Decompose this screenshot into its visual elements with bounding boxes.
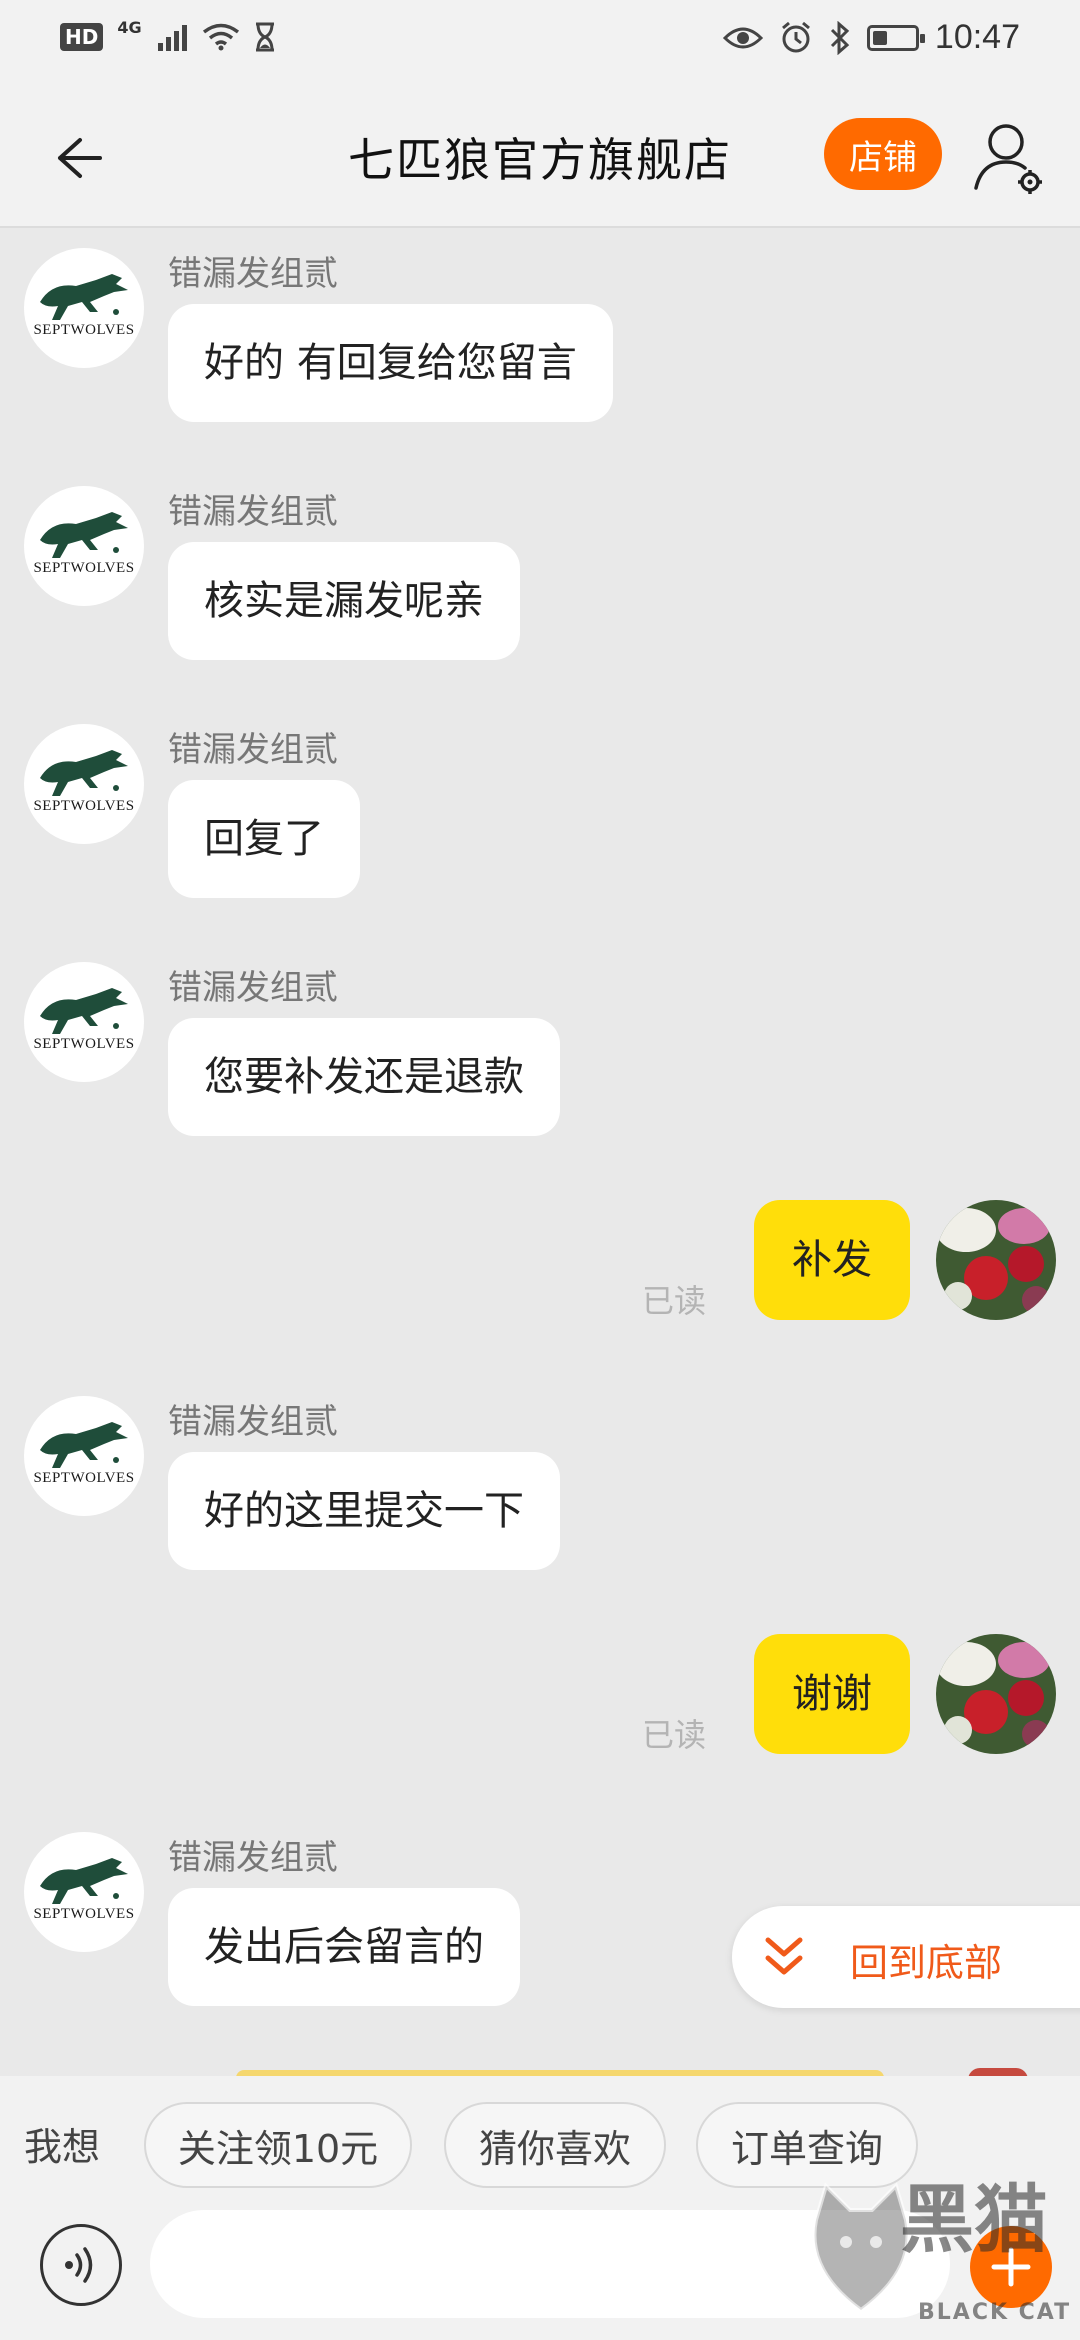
shop-button[interactable]: 店铺 [824,118,942,190]
chat-header: 七匹狼官方旗舰店 店铺 [0,82,1080,228]
sender-name: 错漏发组贰 [168,254,338,294]
bluetooth-icon [830,20,850,55]
read-status: 已读 [642,1282,707,1320]
shop-avatar[interactable]: SEPTWOLVES [24,1832,144,1952]
shop-avatar-brand: SEPTWOLVES [33,560,135,576]
sender-name: 错漏发组贰 [168,1402,338,1442]
shop-avatar[interactable]: SEPTWOLVES [24,1396,144,1516]
alarm-icon [781,21,810,52]
back-to-bottom-button[interactable]: 回到底部 [732,1906,1080,2008]
shop-avatar-brand: SEPTWOLVES [33,798,135,814]
shop-avatar-brand: SEPTWOLVES [33,1470,135,1486]
watermark-text-en: BLACK CAT [918,2300,1072,2325]
flower-photo [936,1200,1056,1320]
eye-icon [722,27,763,48]
network-type: 4G [117,17,142,37]
shop-avatar-brand: SEPTWOLVES [33,1906,135,1922]
sender-name: 错漏发组贰 [168,730,338,770]
voice-input-button[interactable] [40,2224,122,2306]
shop-avatar[interactable]: SEPTWOLVES [24,724,144,844]
clock: 10:47 [934,18,1020,56]
message-bubble-incoming[interactable]: 您要补发还是退款 [168,1018,560,1136]
quick-reply-label: 我想 [24,2125,101,2169]
user-avatar[interactable] [936,1634,1056,1754]
read-status: 已读 [642,1716,707,1754]
message-bubble-outgoing[interactable]: 补发 [754,1200,910,1320]
message-bubble-incoming[interactable]: 发出后会留言的 [168,1888,520,2006]
chat-screen: HD 4G 10:47 七匹狼官方旗舰店 店铺 SEPTWOLVES 错漏发组贰… [0,0,1080,2340]
shop-avatar[interactable]: SEPTWOLVES [24,248,144,368]
status-right: 10:47 [722,18,1020,57]
customer-service-settings-icon[interactable] [970,112,1050,202]
signal-icon [157,25,187,51]
sender-name: 错漏发组贰 [168,968,338,1008]
shop-avatar-brand: SEPTWOLVES [33,322,135,338]
message-bubble-outgoing[interactable]: 谢谢 [754,1634,910,1754]
message-bubble-incoming[interactable]: 核实是漏发呢亲 [168,542,520,660]
wifi-icon [202,23,239,51]
sender-name: 错漏发组贰 [168,1838,338,1878]
shop-avatar[interactable]: SEPTWOLVES [24,962,144,1082]
double-chevron-down-icon [765,1937,803,1975]
user-avatar[interactable] [936,1200,1056,1320]
hd-badge: HD [60,23,104,51]
quick-chip-recommend[interactable]: 猜你喜欢 [444,2102,666,2188]
flower-photo [936,1634,1056,1754]
hourglass-icon [255,22,274,52]
shop-avatar-brand: SEPTWOLVES [33,1036,135,1052]
status-left: HD 4G [60,18,276,52]
quick-chip-follow[interactable]: 关注领10元 [144,2102,412,2188]
status-bar: HD 4G 10:47 [0,0,1080,82]
message-bubble-incoming[interactable]: 好的这里提交一下 [168,1452,560,1570]
watermark-text-cn: 黑猫 [900,2177,1048,2263]
message-bubble-incoming[interactable]: 好的 有回复给您留言 [168,304,613,422]
quick-chip-order-query[interactable]: 订单查询 [696,2102,918,2188]
voice-icon [65,2247,93,2283]
back-to-bottom-label: 回到底部 [850,1941,1003,1985]
shop-avatar[interactable]: SEPTWOLVES [24,486,144,606]
message-bubble-incoming[interactable]: 回复了 [168,780,360,898]
battery-icon [866,24,925,51]
battery-level [872,30,887,45]
sender-name: 错漏发组贰 [168,492,338,532]
